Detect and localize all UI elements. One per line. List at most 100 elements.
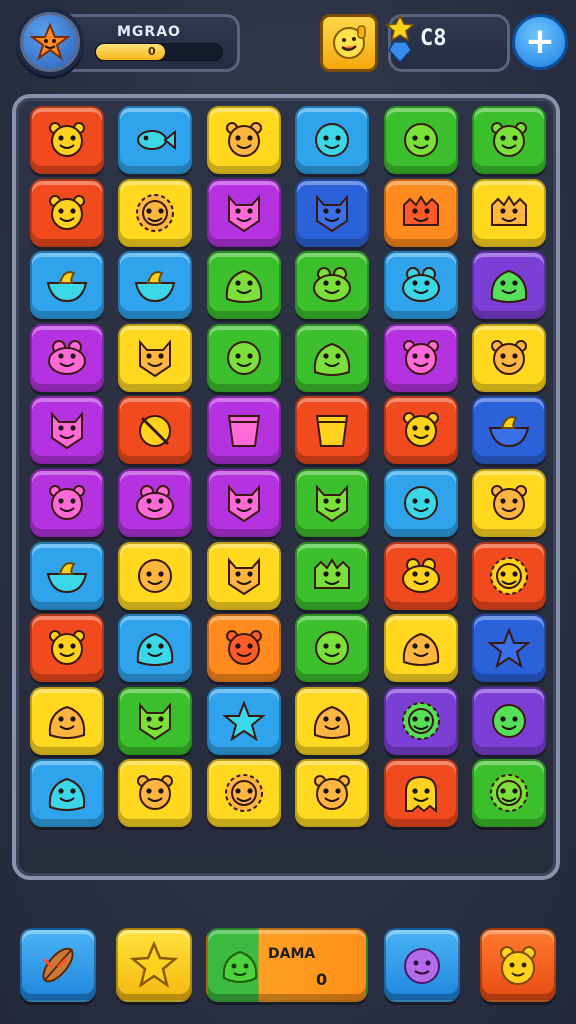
tile-r1-c2[interactable] xyxy=(118,106,193,174)
player-avatar[interactable] xyxy=(16,8,84,76)
plus-icon: + xyxy=(524,21,556,62)
blob-icon xyxy=(137,633,174,667)
tile-r8-c3[interactable] xyxy=(206,614,281,683)
reward-button[interactable] xyxy=(320,14,378,72)
tile-r6-c4[interactable] xyxy=(295,469,370,537)
cat-icon xyxy=(316,193,349,232)
tile-r10-c4[interactable] xyxy=(295,759,370,828)
bowl-icon xyxy=(46,271,88,303)
tile-r3-c2[interactable] xyxy=(118,251,193,320)
tile-r3-c4[interactable] xyxy=(295,251,370,320)
frog-icon xyxy=(48,339,86,375)
tile-r10-c1[interactable] xyxy=(30,759,104,828)
tile-r1-c1[interactable] xyxy=(30,106,104,174)
bear-icon xyxy=(49,122,85,157)
tile-r4-c5[interactable] xyxy=(383,323,458,392)
tile-r7-c6[interactable] xyxy=(472,541,546,610)
tile-r5-c1[interactable] xyxy=(30,396,104,465)
add-gems-button[interactable]: + xyxy=(512,14,568,70)
tile-r6-c3[interactable] xyxy=(206,469,281,537)
tile-r9-c1[interactable] xyxy=(30,686,104,755)
tile-r1-c5[interactable] xyxy=(383,106,458,174)
star-icon xyxy=(221,700,266,742)
tile-r1-c6[interactable] xyxy=(472,106,546,174)
booster-label: DAMA xyxy=(268,946,316,962)
cat-icon xyxy=(51,411,83,450)
tile-r10-c6[interactable] xyxy=(472,759,546,828)
monster-icon xyxy=(314,557,351,589)
tile-r2-c4[interactable] xyxy=(295,178,370,247)
tile-r7-c5[interactable] xyxy=(383,541,458,610)
bear-icon xyxy=(491,339,527,375)
tile-r5-c3[interactable] xyxy=(206,396,281,465)
tile-r10-c2[interactable] xyxy=(118,759,193,828)
blob-icon xyxy=(314,705,351,739)
tile-r8-c6[interactable] xyxy=(472,614,546,683)
tile-r3-c1[interactable] xyxy=(30,251,104,320)
tile-r7-c3[interactable] xyxy=(206,541,281,610)
tile-r8-c1[interactable] xyxy=(30,614,104,683)
tile-r4-c1[interactable] xyxy=(30,323,104,392)
bear-icon xyxy=(49,630,85,666)
feather-button[interactable] xyxy=(20,928,96,1002)
bear-icon xyxy=(314,775,351,811)
tile-r4-c2[interactable] xyxy=(118,323,193,392)
frog-icon xyxy=(313,267,352,303)
tile-r7-c2[interactable] xyxy=(118,541,193,610)
tile-r8-c5[interactable] xyxy=(383,614,458,683)
blob-icon xyxy=(314,342,351,376)
blob-icon xyxy=(48,705,86,739)
tile-r6-c6[interactable] xyxy=(472,469,546,537)
tile-r8-c4[interactable] xyxy=(295,614,370,683)
tile-r10-c3[interactable] xyxy=(206,759,281,828)
tile-r6-c5[interactable] xyxy=(383,469,458,537)
tile-r9-c5[interactable] xyxy=(383,686,458,755)
tile-r9-c3[interactable] xyxy=(206,686,281,755)
tile-r9-c2[interactable] xyxy=(118,686,193,755)
round-face-icon xyxy=(315,123,350,157)
bear-icon xyxy=(137,775,174,811)
tile-r4-c6[interactable] xyxy=(472,323,546,392)
bear-button[interactable] xyxy=(480,928,556,1002)
tile-r8-c2[interactable] xyxy=(118,614,193,683)
tile-r5-c2[interactable] xyxy=(118,396,193,465)
frog-icon xyxy=(401,557,440,593)
tile-r1-c4[interactable] xyxy=(295,106,370,174)
bowl-icon xyxy=(46,561,88,593)
tile-r7-c4[interactable] xyxy=(295,541,370,610)
fish-icon xyxy=(137,129,177,151)
tile-r2-c2[interactable] xyxy=(118,178,193,247)
star-icon xyxy=(129,941,179,988)
lion-icon xyxy=(490,556,528,595)
tile-r2-c5[interactable] xyxy=(383,178,458,247)
tile-r5-c6[interactable] xyxy=(472,396,546,465)
blob-icon xyxy=(402,633,439,667)
monster-button[interactable] xyxy=(384,928,460,1002)
tile-r3-c6[interactable] xyxy=(472,251,546,320)
tile-r9-c6[interactable] xyxy=(472,686,546,755)
tile-r2-c6[interactable] xyxy=(472,178,546,247)
tile-r4-c3[interactable] xyxy=(206,323,281,392)
tile-r10-c5[interactable] xyxy=(383,759,458,828)
booster-panel[interactable]: DAMA 0 xyxy=(206,928,368,1002)
tile-r7-c1[interactable] xyxy=(30,541,104,610)
lion-icon xyxy=(490,774,528,813)
tile-r9-c4[interactable] xyxy=(295,686,370,755)
tile-r4-c4[interactable] xyxy=(295,323,370,392)
frog-icon xyxy=(401,267,440,303)
bowl-icon xyxy=(135,271,176,303)
round-face-icon xyxy=(226,340,261,375)
tile-r5-c5[interactable] xyxy=(383,396,458,465)
tile-r5-c4[interactable] xyxy=(295,396,370,465)
tile-r6-c2[interactable] xyxy=(118,469,193,537)
feather-icon xyxy=(42,947,74,983)
star-button[interactable] xyxy=(116,928,192,1002)
cup-icon xyxy=(316,415,349,448)
tile-r6-c1[interactable] xyxy=(30,469,104,537)
tile-r2-c1[interactable] xyxy=(30,178,104,247)
tile-r1-c3[interactable] xyxy=(206,106,281,174)
tile-r2-c3[interactable] xyxy=(206,178,281,247)
tile-r3-c5[interactable] xyxy=(383,251,458,320)
bear-icon xyxy=(402,412,439,448)
tile-r3-c3[interactable] xyxy=(206,251,281,320)
